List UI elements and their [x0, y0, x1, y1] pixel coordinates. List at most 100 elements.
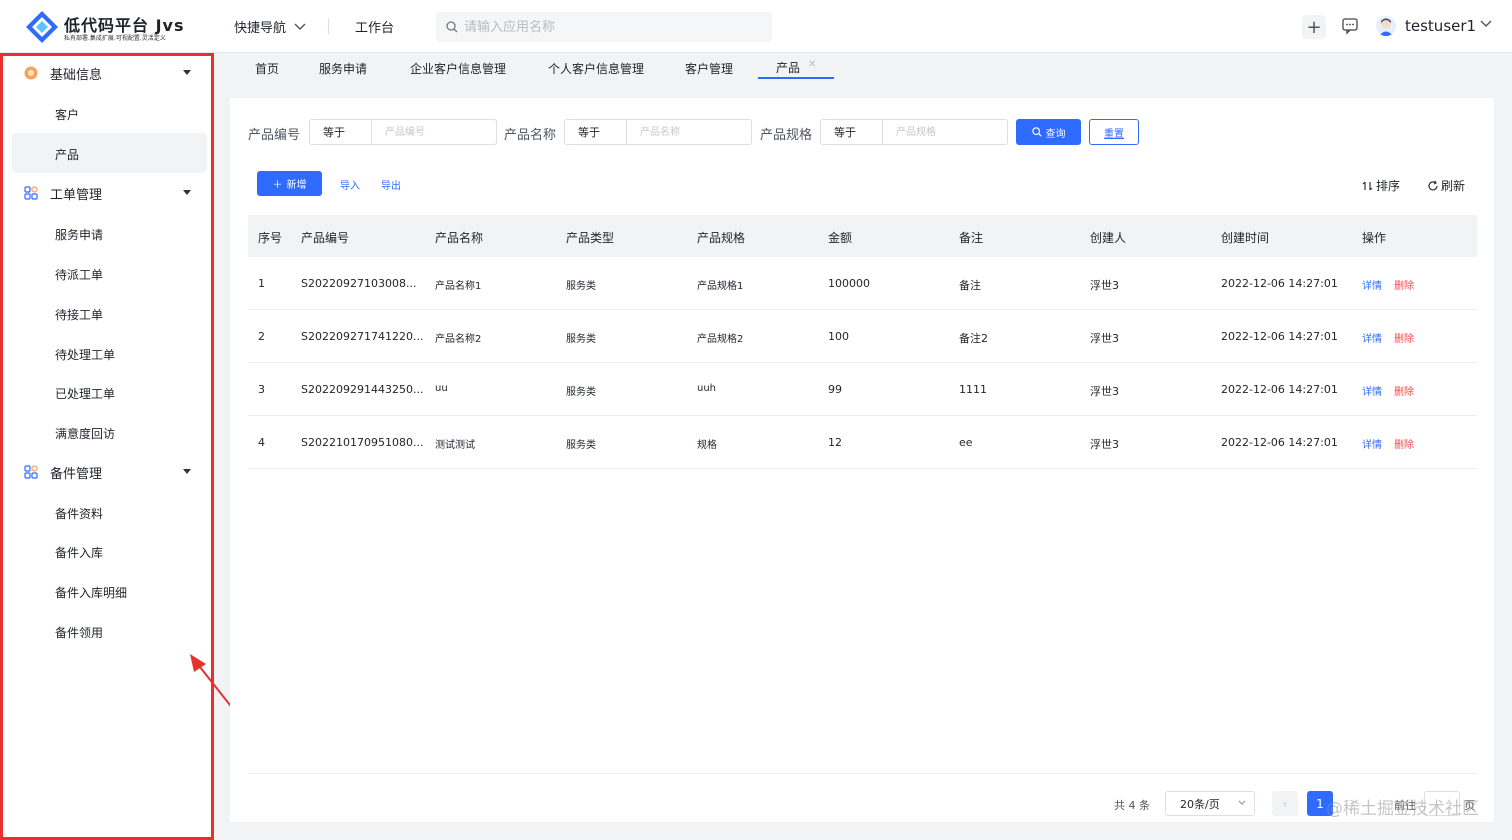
sidebar-item-customer[interactable]: 客户: [55, 106, 79, 123]
detail-link[interactable]: 详情: [1362, 383, 1382, 398]
column-header: 金额: [828, 231, 853, 245]
product-spec-input[interactable]: [883, 120, 1007, 144]
avatar[interactable]: [1376, 16, 1396, 36]
table-cell: S20220927103008...: [301, 277, 417, 290]
add-icon[interactable]: +: [1302, 15, 1326, 39]
page-size-select[interactable]: 20条/页: [1165, 791, 1255, 816]
table-cell: 2: [258, 330, 265, 343]
table-cell: 12: [828, 436, 842, 449]
detail-link[interactable]: 详情: [1362, 436, 1382, 451]
reset-button[interactable]: 重置: [1089, 119, 1139, 145]
table-cell: uuh: [697, 383, 717, 394]
nav-divider: [328, 18, 329, 34]
table-cell: 100000: [828, 277, 870, 290]
workbench-link[interactable]: 工作台: [355, 17, 394, 36]
column-header: 产品编号: [301, 231, 350, 245]
export-button[interactable]: 导出: [381, 177, 401, 192]
sidebar-item-parts-inbound[interactable]: 备件入库: [55, 544, 103, 561]
column-header: 备注: [959, 231, 984, 245]
table-cell: 100: [828, 330, 849, 343]
table-cell: 99: [828, 383, 842, 396]
top-header: 低代码平台 Jvs 私有部署.集成扩展.可视配置.灵活定义 快捷导航 工作台 +…: [0, 0, 1512, 53]
table-row-divider: [248, 468, 1477, 469]
table-cell: 产品规格2: [697, 334, 744, 345]
sort-button[interactable]: 排序: [1362, 177, 1400, 194]
table-cell: 3: [258, 383, 265, 396]
caret-down-icon: [183, 469, 191, 474]
table-cell: S202209271741220...: [301, 330, 424, 343]
refresh-label: 刷新: [1441, 179, 1466, 193]
sidebar-group-work-order[interactable]: 工单管理: [24, 183, 194, 203]
app-search-input[interactable]: [464, 19, 754, 35]
table-cell: 浮世3: [1090, 332, 1119, 345]
tab-enterprise-customer[interactable]: 企业客户信息管理: [410, 60, 506, 77]
close-icon[interactable]: ✕: [808, 59, 816, 70]
refresh-button[interactable]: 刷新: [1427, 177, 1465, 194]
table-cell: 备注2: [959, 332, 988, 345]
prev-page-button[interactable]: ‹: [1272, 791, 1298, 816]
filter-product-code: 等于: [309, 119, 497, 145]
import-button[interactable]: 导入: [340, 177, 360, 192]
sidebar-item-pending-process[interactable]: 待处理工单: [55, 346, 115, 363]
query-button[interactable]: 查询: [1016, 119, 1081, 145]
pagination-total: 共 4 条: [1114, 799, 1150, 812]
page-suffix: 页: [1464, 799, 1475, 812]
sidebar-group-spare-parts[interactable]: 备件管理: [24, 462, 194, 482]
delete-link[interactable]: 删除: [1394, 277, 1414, 292]
username[interactable]: testuser1: [1405, 17, 1476, 35]
logo-icon: [26, 11, 58, 43]
product-name-input[interactable]: [627, 120, 751, 144]
chevron-down-icon[interactable]: [1480, 20, 1492, 28]
sort-label: 排序: [1376, 179, 1401, 193]
page-size-value: 20条/页: [1180, 797, 1220, 811]
search-icon: [1031, 127, 1042, 137]
table-cell: 浮世3: [1090, 385, 1119, 398]
sidebar-item-pending-dispatch[interactable]: 待派工单: [55, 266, 103, 283]
operator-select[interactable]: 等于: [821, 120, 883, 144]
active-item-highlight: [12, 133, 207, 173]
table-cell: S202209291443250...: [301, 383, 424, 396]
table-cell: 测试测试: [435, 440, 475, 451]
table-cell: 1: [258, 277, 265, 290]
delete-link[interactable]: 删除: [1394, 330, 1414, 345]
detail-link[interactable]: 详情: [1362, 277, 1382, 292]
grid-icon: [24, 465, 38, 479]
delete-link[interactable]: 删除: [1394, 436, 1414, 451]
table-cell: S202210170951080...: [301, 436, 424, 449]
sidebar-item-service-request[interactable]: 服务申请: [55, 226, 103, 243]
product-code-input[interactable]: [372, 120, 496, 144]
sidebar-item-parts-data[interactable]: 备件资料: [55, 505, 103, 522]
sidebar-item-product[interactable]: 产品: [55, 146, 79, 163]
operator-select[interactable]: 等于: [565, 120, 627, 144]
sidebar-item-parts-inbound-detail[interactable]: 备件入库明细: [55, 584, 127, 601]
detail-link[interactable]: 详情: [1362, 330, 1382, 345]
delete-link[interactable]: 删除: [1394, 383, 1414, 398]
sidebar-item-pending-accept[interactable]: 待接工单: [55, 306, 103, 323]
tab-personal-customer[interactable]: 个人客户信息管理: [548, 60, 644, 77]
tab-product[interactable]: 产品: [776, 59, 800, 76]
column-header: 产品名称: [435, 231, 484, 245]
table-cell: 产品规格1: [697, 281, 744, 292]
table-cell: 4: [258, 436, 265, 449]
base-info-icon: [24, 66, 38, 80]
table-cell: 浮世3: [1090, 438, 1119, 451]
grid-icon: [24, 186, 38, 200]
tab-service-request[interactable]: 服务申请: [319, 60, 367, 77]
add-button[interactable]: ＋ 新增: [257, 171, 322, 196]
message-icon[interactable]: [1340, 16, 1360, 36]
main-panel: [230, 98, 1494, 822]
goto-page-input[interactable]: [1424, 791, 1460, 816]
quick-nav-menu[interactable]: 快捷导航: [234, 17, 306, 36]
app-search[interactable]: [436, 12, 772, 42]
sidebar-group-label: 基础信息: [50, 67, 103, 83]
column-header: 创建时间: [1221, 231, 1270, 245]
tab-customer-management[interactable]: 客户管理: [685, 60, 733, 77]
sidebar-item-processed[interactable]: 已处理工单: [55, 385, 115, 402]
operator-select[interactable]: 等于: [310, 120, 372, 144]
column-header: 产品类型: [566, 231, 615, 245]
page-number-current[interactable]: 1: [1307, 791, 1333, 816]
tab-home[interactable]: 首页: [255, 60, 279, 77]
sidebar-item-satisfaction[interactable]: 满意度回访: [55, 425, 115, 442]
sidebar-group-base-info[interactable]: 基础信息: [24, 63, 194, 83]
sidebar-item-parts-requisition[interactable]: 备件领用: [55, 624, 103, 641]
